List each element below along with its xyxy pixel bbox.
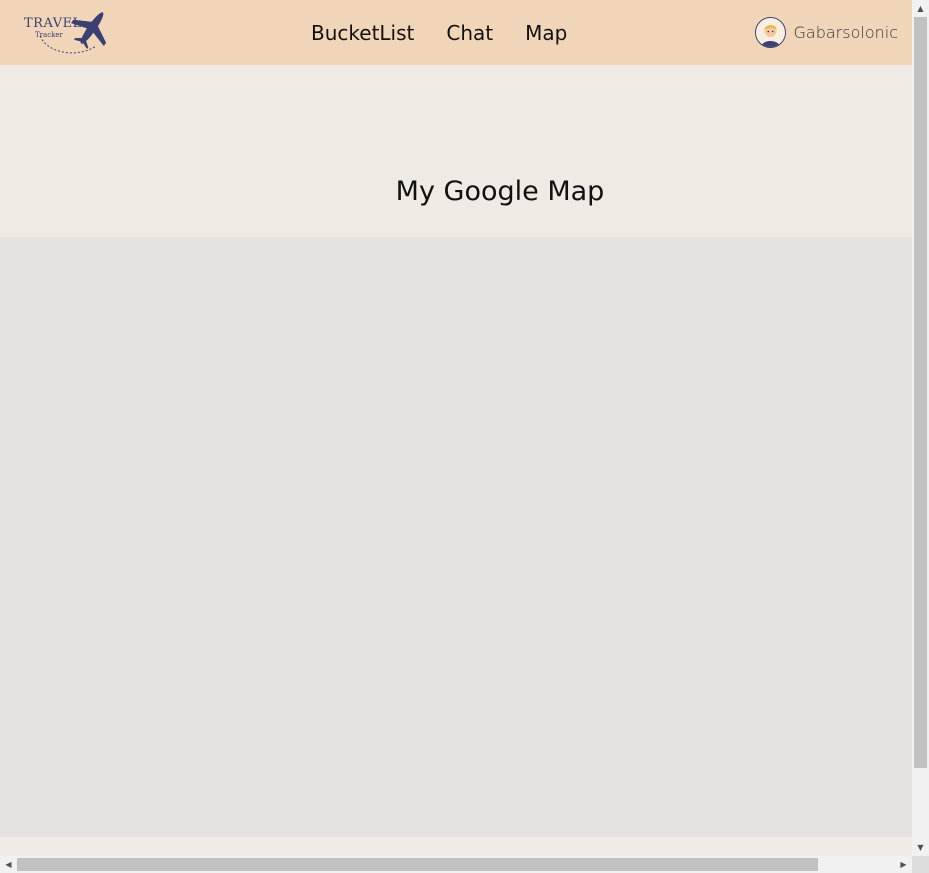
username[interactable]: Gabarsolonic xyxy=(794,23,898,42)
scroll-left-icon[interactable]: ◀ xyxy=(0,856,17,873)
horizontal-scrollbar[interactable]: ◀ ▶ xyxy=(0,856,912,873)
nav-link-map[interactable]: Map xyxy=(524,18,568,48)
vertical-scrollbar[interactable]: ▲ ▼ xyxy=(912,0,929,856)
nav-link-bucketlist[interactable]: BucketList xyxy=(310,18,415,48)
scroll-right-icon[interactable]: ▶ xyxy=(895,856,912,873)
title-section: My Google Map xyxy=(0,65,912,237)
travel-tracker-logo[interactable]: TRAVEL Tracker xyxy=(20,4,116,62)
scroll-up-icon[interactable]: ▲ xyxy=(912,0,929,17)
nav-link-chat[interactable]: Chat xyxy=(445,18,494,48)
horizontal-scroll-thumb[interactable] xyxy=(17,858,818,871)
navbar: TRAVEL Tracker BucketList Chat Map Gabar… xyxy=(0,0,912,65)
user-menu[interactable]: Gabarsolonic xyxy=(754,17,898,48)
user-avatar-icon[interactable] xyxy=(754,17,786,48)
page-title: My Google Map xyxy=(395,176,605,207)
main-navigation: BucketList Chat Map xyxy=(310,18,568,48)
scrollbar-corner xyxy=(912,856,929,873)
page-footer-band xyxy=(0,837,912,856)
scroll-down-icon[interactable]: ▼ xyxy=(912,839,929,856)
page-viewport: TRAVEL Tracker BucketList Chat Map Gabar… xyxy=(0,0,912,856)
google-map-container[interactable] xyxy=(0,237,912,837)
airplane-icon xyxy=(71,12,107,49)
vertical-scroll-thumb[interactable] xyxy=(914,17,927,768)
